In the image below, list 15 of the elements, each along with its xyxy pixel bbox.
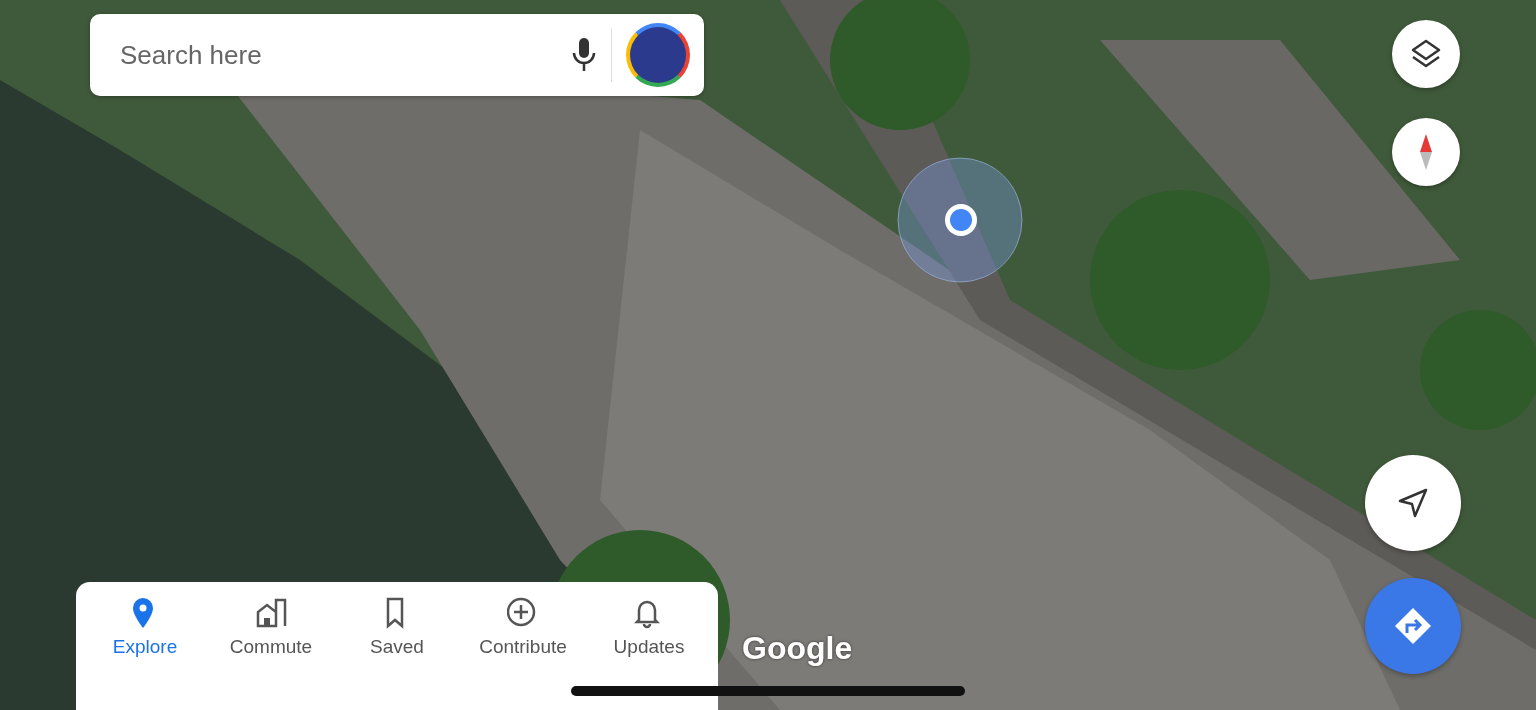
search-bar[interactable]: Search here — [90, 14, 704, 96]
nav-tab[interactable]: Saved — [334, 592, 460, 670]
search-field[interactable]: Search here — [118, 38, 557, 72]
location-dot-icon — [897, 157, 1023, 283]
nav-tab[interactable]: Contribute — [460, 592, 586, 670]
buildings-icon — [255, 596, 287, 630]
compass-needle-icon — [1418, 132, 1434, 172]
navigation-arrow-icon — [1397, 487, 1429, 519]
nav-tab[interactable]: Updates — [586, 592, 712, 670]
map-logo: Google — [742, 630, 853, 667]
layers-icon — [1410, 38, 1442, 70]
turn-arrow-icon — [1393, 606, 1433, 646]
nav-tab[interactable]: Explore — [82, 592, 208, 670]
microphone-icon[interactable] — [571, 37, 597, 73]
nav-tab[interactable]: Commute — [208, 592, 334, 670]
